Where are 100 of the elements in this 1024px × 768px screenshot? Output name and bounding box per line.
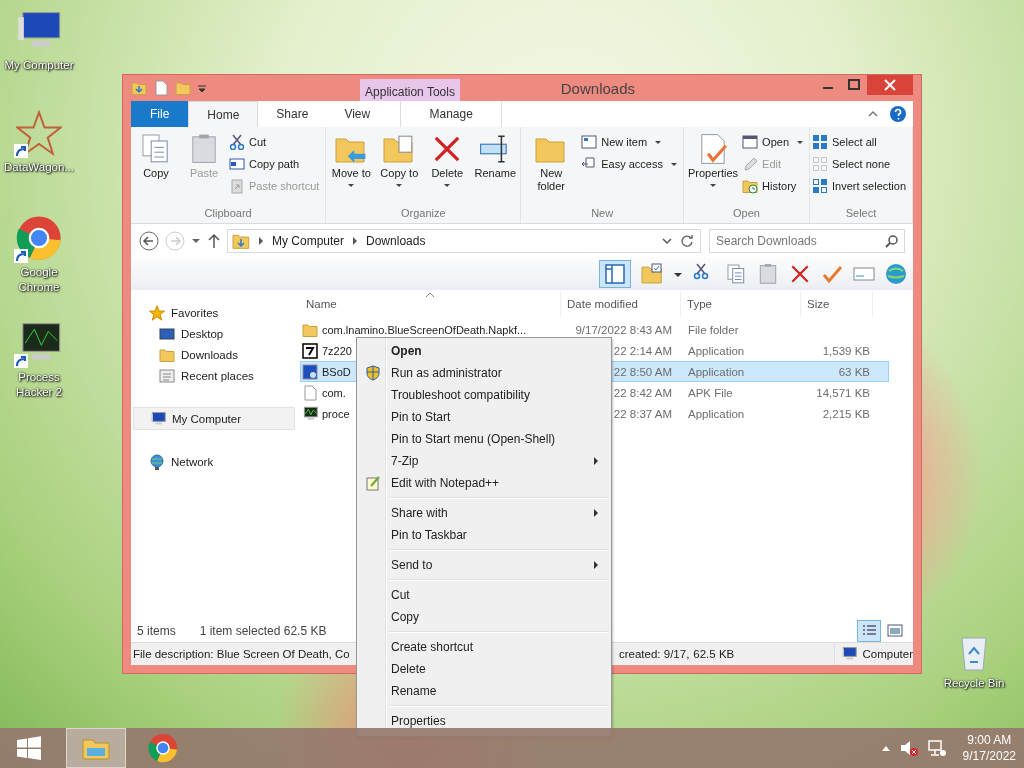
column-header[interactable]: Type <box>681 292 801 316</box>
copy-icon[interactable] <box>725 263 747 285</box>
ribbon-button[interactable]: Select none <box>812 155 910 173</box>
breadcrumb[interactable]: My Computer <box>272 234 345 248</box>
globe-icon[interactable] <box>885 263 907 285</box>
show-hidden-icons-icon[interactable] <box>880 744 891 752</box>
scissors-icon <box>229 134 245 150</box>
file-name[interactable]: 7z220 <box>322 344 352 357</box>
nav-item[interactable]: Network <box>131 451 295 472</box>
file-name[interactable]: proce <box>322 407 350 420</box>
check-icon[interactable] <box>821 263 843 285</box>
column-header[interactable]: Name <box>300 292 561 316</box>
ribbon-button[interactable]: Delete <box>424 131 471 205</box>
chrome-icon <box>148 733 178 763</box>
breadcrumb-arrow-icon[interactable] <box>352 236 359 246</box>
ribbon-button[interactable]: Move to <box>328 131 375 205</box>
dropdown-caret-icon[interactable] <box>444 184 451 187</box>
tiles-view-icon[interactable] <box>885 622 905 640</box>
back-button[interactable] <box>139 231 159 251</box>
nav-item[interactable]: Downloads <box>131 344 295 365</box>
nav-item[interactable]: Desktop <box>131 323 295 344</box>
ribbon-group-label: New <box>590 206 615 221</box>
ribbon-group-label: Clipboard <box>203 206 253 221</box>
clock-time[interactable]: 9:00 AM <box>967 732 1012 748</box>
network-icon <box>149 453 165 470</box>
dropdown-caret-icon[interactable] <box>348 184 355 187</box>
dropdown-caret-icon[interactable] <box>396 184 403 187</box>
ribbon-button[interactable]: Select all <box>812 133 910 151</box>
shortcut-icon <box>229 178 245 194</box>
breadcrumb[interactable]: Downloads <box>366 234 426 248</box>
dropdown-caret-icon[interactable] <box>655 140 662 144</box>
file-name[interactable]: com.lnamino.BlueScreenOfDeath.Napkf... <box>322 323 527 336</box>
ribbon-button[interactable]: Open <box>742 133 807 151</box>
dropdown-caret-icon[interactable] <box>670 162 677 166</box>
file-name[interactable]: com. <box>322 386 346 399</box>
ribbon-tab[interactable]: Home <box>188 101 259 127</box>
ribbon-button[interactable]: Properties <box>685 131 741 205</box>
refresh-icon[interactable] <box>680 234 694 248</box>
ribbon-group-label: Organize <box>400 206 447 221</box>
nav-item[interactable]: Recent places <box>131 365 295 386</box>
dropdown-caret-icon[interactable] <box>662 236 672 246</box>
ribbon-button[interactable]: Copy to <box>376 131 423 205</box>
pencil-icon <box>742 156 759 172</box>
ribbon-button[interactable]: New folder <box>523 131 580 205</box>
menu-item[interactable]: Pin to Taskbar <box>359 524 609 546</box>
ribbon-button[interactable]: Rename <box>472 131 519 205</box>
menu-item[interactable]: Properties <box>359 710 609 732</box>
column-header[interactable]: Size <box>801 292 873 316</box>
menu-item[interactable]: Run as administrator <box>359 362 609 384</box>
nav-item[interactable]: My Computer <box>133 407 295 430</box>
invert-grid-icon <box>812 178 828 194</box>
computer-icon <box>840 646 857 662</box>
menu-item[interactable]: Edit with Notepad++ <box>359 472 609 494</box>
date-cell-text: 22 8:50 AM <box>612 365 673 378</box>
dropdown-caret-icon[interactable] <box>710 184 716 187</box>
menu-item[interactable]: Share with <box>359 502 609 524</box>
menu-item[interactable]: Copy <box>359 606 609 628</box>
clock-date[interactable]: 9/17/2022 <box>962 748 1016 764</box>
menu-item[interactable]: Pin to Start <box>359 406 609 428</box>
type-cell-text: Application <box>687 365 746 378</box>
preview-pane-button[interactable] <box>599 260 631 288</box>
address-bar[interactable]: My Computer Downloads <box>227 229 701 253</box>
menu-item[interactable]: Open <box>359 340 609 362</box>
nav-item[interactable]: Favorites <box>131 302 295 323</box>
folder-check-icon[interactable] <box>641 263 663 285</box>
help-icon[interactable] <box>889 105 907 123</box>
ribbon-button[interactable]: New item <box>581 133 681 151</box>
ribbon-button[interactable]: Copy path <box>229 155 324 173</box>
menu-item[interactable]: Pin to Start menu (Open-Shell) <box>359 428 609 450</box>
menu-item[interactable]: Delete <box>359 658 609 680</box>
menu-item[interactable]: 7-Zip <box>359 450 609 472</box>
menu-item[interactable]: Troubleshoot compatibility <box>359 384 609 406</box>
clipboard-icon[interactable] <box>757 263 779 285</box>
file-size: 62.5 KB <box>693 648 736 660</box>
ribbon-group-label: Open <box>732 206 761 221</box>
close-button[interactable] <box>867 75 913 95</box>
column-header[interactable]: Date modified <box>561 292 681 316</box>
menu-item[interactable]: Cut <box>359 584 609 606</box>
ribbon-tab[interactable]: Share <box>258 101 327 127</box>
ribbon-button[interactable]: Invert selection <box>812 177 910 195</box>
menu-item[interactable]: Send to <box>359 554 609 576</box>
ribbon-button[interactable]: Easy access <box>581 155 681 173</box>
close-icon <box>884 79 896 91</box>
network-status-icon[interactable] <box>926 739 947 757</box>
ribbon-tab[interactable]: File <box>131 101 189 127</box>
menu-item[interactable]: Rename <box>359 680 609 702</box>
up-button[interactable] <box>207 231 221 251</box>
created-date: created: 9/17, <box>619 648 690 660</box>
ribbon-button[interactable]: Cut <box>229 133 324 151</box>
file-name[interactable]: BSoD <box>322 365 351 378</box>
speaker-muted-icon[interactable] <box>898 739 919 757</box>
type-cell-text: Application <box>687 344 746 357</box>
dropdown-caret-icon[interactable] <box>797 140 803 144</box>
ribbon-button[interactable]: History <box>742 177 807 195</box>
menu-item[interactable]: Create shortcut <box>359 636 609 658</box>
ribbon-button[interactable]: Copy <box>133 131 179 205</box>
breadcrumb-arrow-icon[interactable] <box>258 236 264 246</box>
search-field[interactable]: Search Downloads <box>709 229 905 253</box>
x-icon[interactable] <box>789 263 811 285</box>
file-description: File description: Blue Screen Of Death, Co <box>133 648 351 660</box>
